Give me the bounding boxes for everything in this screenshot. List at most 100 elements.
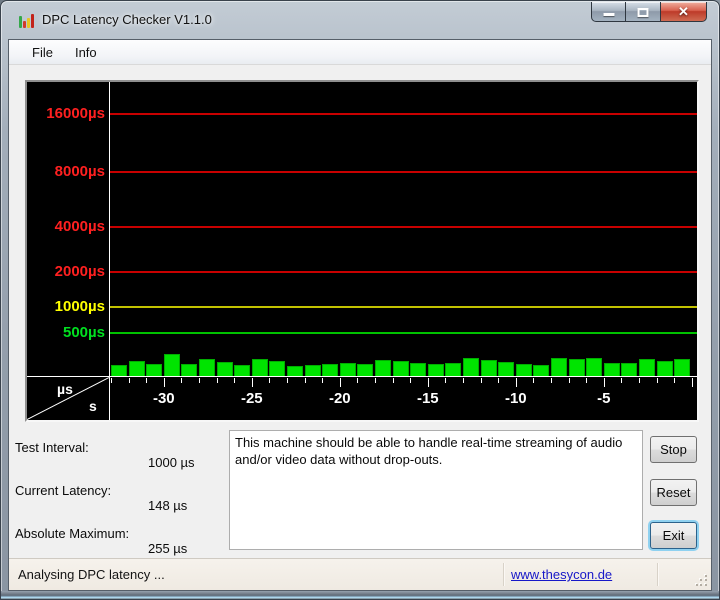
latency-bar: [234, 365, 251, 376]
reference-line-500: [110, 332, 697, 334]
x-axis-tick: [216, 378, 218, 383]
latency-bar: [199, 359, 215, 376]
stats-row: Test Interval: 1000 µs: [15, 440, 225, 470]
x-axis-tick: [375, 378, 376, 383]
x-axis-tick: [445, 378, 447, 383]
app-icon-bar: [27, 18, 30, 28]
x-axis-tick: [251, 378, 253, 387]
reference-line-16000: [110, 113, 697, 115]
x-axis-tick: [146, 378, 148, 383]
latency-bar: [269, 361, 286, 376]
window-title: DPC Latency Checker V1.1.0: [42, 12, 212, 27]
x-axis-label: -15: [416, 390, 439, 407]
app-window: DPC Latency Checker V1.1.0 ✕ File Info 16…: [0, 0, 720, 600]
latency-bar: [463, 358, 479, 376]
x-axis-tick: [339, 378, 341, 387]
app-icon-bar: [19, 16, 22, 28]
website-link[interactable]: www.thesycon.de: [511, 567, 612, 582]
y-axis-label: 2000µs: [54, 263, 105, 280]
latency-bar: [375, 360, 391, 376]
latency-bar: [568, 359, 585, 376]
latency-chart: 16000µs 8000µs 4000µs 2000µs 1000µs 500µs -30 -…: [25, 80, 699, 422]
x-axis-tick: [656, 378, 658, 383]
x-axis-tick: [269, 378, 271, 383]
stop-button[interactable]: Stop: [650, 436, 697, 463]
latency-bar: [357, 364, 374, 376]
x-axis-tick: [287, 378, 288, 383]
statusbar-divider: [657, 563, 658, 586]
y-axis-label: 1000µs: [54, 298, 105, 315]
app-icon-bar: [31, 14, 34, 28]
x-axis-tick: [304, 378, 306, 383]
client-area: 16000µs 8000µs 4000µs 2000µs 1000µs 500µs -30 -…: [9, 66, 711, 558]
latency-bar: [392, 361, 409, 376]
x-axis-label: -30: [152, 390, 175, 407]
latency-bar: [551, 358, 567, 376]
close-icon: ✕: [678, 4, 689, 19]
latency-bar: [339, 363, 356, 376]
latency-bar: [304, 365, 321, 376]
grip-dot: [696, 584, 698, 586]
x-axis-tick: [463, 378, 464, 383]
minimize-button[interactable]: [591, 2, 626, 22]
stats-value: 148 µs: [148, 498, 188, 513]
chart-plot-area: 16000µs 8000µs 4000µs 2000µs 1000µs 500µs -30 -…: [27, 82, 697, 420]
latency-bar: [674, 359, 691, 376]
chart-baseline: [27, 376, 697, 377]
x-axis-tick: [163, 378, 165, 387]
y-axis-unit-label: µs: [57, 381, 73, 397]
y-axis-label: 4000µs: [54, 218, 105, 235]
latency-bar: [251, 359, 268, 376]
x-axis-tick: [410, 378, 412, 383]
latency-bar: [621, 363, 638, 376]
latency-bar: [656, 361, 673, 376]
resize-grip[interactable]: [696, 575, 709, 588]
chart-axis-separator: [109, 82, 110, 420]
stats-label: Current Latency:: [15, 483, 112, 498]
grip-dot: [705, 584, 707, 586]
menu-item-info[interactable]: Info: [64, 42, 108, 63]
menu-item-file[interactable]: File: [21, 42, 64, 63]
stats-value: 255 µs: [148, 541, 188, 556]
latency-bar: [639, 359, 655, 376]
x-axis-tick: [603, 378, 605, 387]
x-axis-tick: [427, 378, 429, 387]
titlebar[interactable]: DPC Latency Checker V1.1.0 ✕: [1, 1, 719, 39]
x-axis-label: -20: [328, 390, 351, 407]
latency-bar: [322, 364, 339, 376]
close-button[interactable]: ✕: [660, 2, 707, 22]
reference-line-4000: [110, 226, 697, 228]
stats-value: 1000 µs: [148, 455, 195, 470]
x-axis-tick: [181, 378, 183, 383]
latency-bar: [181, 364, 198, 376]
latency-bar: [498, 362, 515, 376]
reference-line-8000: [110, 171, 697, 173]
grip-dot: [705, 579, 707, 581]
x-axis-tick: [128, 378, 130, 383]
latency-bar: [128, 361, 145, 376]
status-text: Analysing DPC latency ...: [18, 567, 165, 582]
statusbar-divider: [503, 563, 504, 586]
x-axis-tick: [357, 378, 359, 383]
grip-dot: [700, 584, 702, 586]
latency-bar: [480, 360, 497, 376]
exit-button[interactable]: Exit: [650, 522, 697, 549]
latency-bar: [287, 366, 303, 376]
latency-bar: [410, 363, 427, 376]
latency-bar: [603, 363, 620, 376]
x-axis-tick: [498, 378, 500, 383]
advice-textbox[interactable]: This machine should be able to handle re…: [229, 430, 643, 550]
maximize-icon: [637, 8, 649, 17]
stats-label: Test Interval:: [15, 440, 89, 455]
desktop-background: DPC Latency Checker V1.1.0 ✕ File Info 16…: [0, 0, 720, 600]
x-axis-tick: [691, 378, 693, 387]
status-bar: Analysing DPC latency ... www.thesycon.d…: [9, 558, 711, 590]
app-icon-bar: [23, 21, 26, 28]
reset-button[interactable]: Reset: [650, 479, 697, 506]
y-axis-label: 8000µs: [54, 163, 105, 180]
latency-bar: [586, 358, 603, 376]
maximize-button[interactable]: [626, 2, 660, 22]
x-axis-tick: [551, 378, 552, 383]
menu-bar: File Info: [9, 40, 711, 65]
x-axis-label: -25: [240, 390, 263, 407]
